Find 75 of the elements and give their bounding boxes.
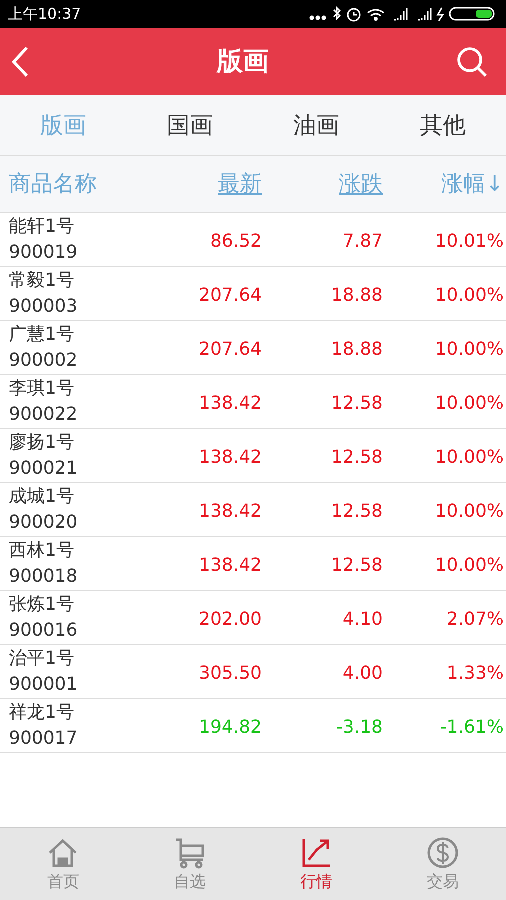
price-cell: 86.52 bbox=[210, 231, 262, 252]
search-button[interactable] bbox=[456, 46, 488, 78]
product-code: 900017 bbox=[9, 726, 79, 750]
price-cell: 202.00 bbox=[199, 609, 262, 630]
change-cell: 7.87 bbox=[342, 231, 383, 252]
product-code: 900022 bbox=[9, 402, 79, 426]
percent-cell: -1.61% bbox=[440, 717, 504, 738]
page-title: 版画 bbox=[217, 46, 269, 79]
price-cell: 194.82 bbox=[199, 717, 262, 738]
column-header[interactable]: 涨跌 bbox=[339, 169, 383, 199]
signal-icon bbox=[417, 7, 432, 21]
column-header: 商品名称 bbox=[9, 171, 97, 199]
change-cell: 12.58 bbox=[331, 555, 383, 576]
product-code: 900021 bbox=[9, 456, 79, 480]
nav-tab[interactable]: 行情 bbox=[253, 828, 380, 900]
wifi-icon bbox=[367, 9, 385, 21]
change-cell: 18.88 bbox=[331, 339, 383, 360]
more-dots-icon bbox=[310, 16, 326, 20]
product-code: 900003 bbox=[9, 294, 79, 318]
back-button[interactable] bbox=[10, 44, 30, 78]
product-name: 西林1号 bbox=[9, 538, 76, 562]
product-name: 张炼1号 bbox=[9, 592, 76, 616]
category-tab[interactable]: 其他 bbox=[380, 95, 506, 155]
change-cell: 12.58 bbox=[331, 393, 383, 414]
nav-tab[interactable]: 自选 bbox=[126, 828, 253, 900]
category-tab[interactable]: 版画 bbox=[0, 95, 126, 155]
product-code: 900002 bbox=[9, 348, 79, 372]
product-code: 900019 bbox=[9, 240, 79, 264]
percent-cell: 10.00% bbox=[435, 555, 504, 576]
dollar-icon bbox=[426, 836, 460, 870]
percent-cell: 10.00% bbox=[435, 447, 504, 468]
change-cell: 12.58 bbox=[331, 501, 383, 522]
product-code: 900020 bbox=[9, 510, 79, 534]
percent-cell: 10.00% bbox=[435, 285, 504, 306]
price-cell: 138.42 bbox=[199, 501, 262, 522]
product-name: 广慧1号 bbox=[9, 322, 76, 346]
price-cell: 138.42 bbox=[199, 555, 262, 576]
charging-icon bbox=[436, 8, 444, 22]
price-cell: 305.50 bbox=[199, 663, 262, 684]
change-cell: 12.58 bbox=[331, 447, 383, 468]
product-name: 能轩1号 bbox=[9, 214, 76, 238]
category-tab[interactable]: 国画 bbox=[126, 95, 253, 155]
product-code: 900016 bbox=[9, 618, 79, 642]
percent-cell: 10.00% bbox=[435, 501, 504, 522]
percent-cell: 10.00% bbox=[435, 339, 504, 360]
bluetooth-icon bbox=[333, 6, 342, 21]
change-cell: 4.10 bbox=[342, 609, 383, 630]
status-time: 上午10:37 bbox=[8, 4, 82, 24]
product-code: 900001 bbox=[9, 672, 79, 696]
battery-icon bbox=[449, 7, 495, 21]
percent-cell: 1.33% bbox=[446, 663, 504, 684]
column-header[interactable]: 最新 bbox=[218, 169, 262, 199]
signal-icon bbox=[393, 7, 408, 21]
price-cell: 207.64 bbox=[199, 339, 262, 360]
column-header[interactable]: 涨幅↓ bbox=[442, 169, 504, 199]
product-name: 李琪1号 bbox=[9, 376, 76, 400]
alarm-icon bbox=[347, 8, 361, 22]
percent-cell: 10.01% bbox=[435, 231, 504, 252]
change-cell: -3.18 bbox=[336, 717, 383, 738]
price-cell: 138.42 bbox=[199, 393, 262, 414]
price-cell: 207.64 bbox=[199, 285, 262, 306]
percent-cell: 2.07% bbox=[446, 609, 504, 630]
product-name: 廖扬1号 bbox=[9, 430, 76, 454]
nav-tab[interactable]: 交易 bbox=[380, 828, 506, 900]
product-name: 治平1号 bbox=[9, 646, 76, 670]
percent-cell: 10.00% bbox=[435, 393, 504, 414]
product-code: 900018 bbox=[9, 564, 79, 588]
nav-tab[interactable]: 首页 bbox=[0, 828, 126, 900]
change-cell: 4.00 bbox=[342, 663, 383, 684]
product-name: 祥龙1号 bbox=[9, 700, 76, 724]
category-tab[interactable]: 油画 bbox=[253, 95, 380, 155]
price-cell: 138.42 bbox=[199, 447, 262, 468]
product-name: 常毅1号 bbox=[9, 268, 76, 292]
change-cell: 18.88 bbox=[331, 285, 383, 306]
product-name: 成城1号 bbox=[9, 484, 76, 508]
